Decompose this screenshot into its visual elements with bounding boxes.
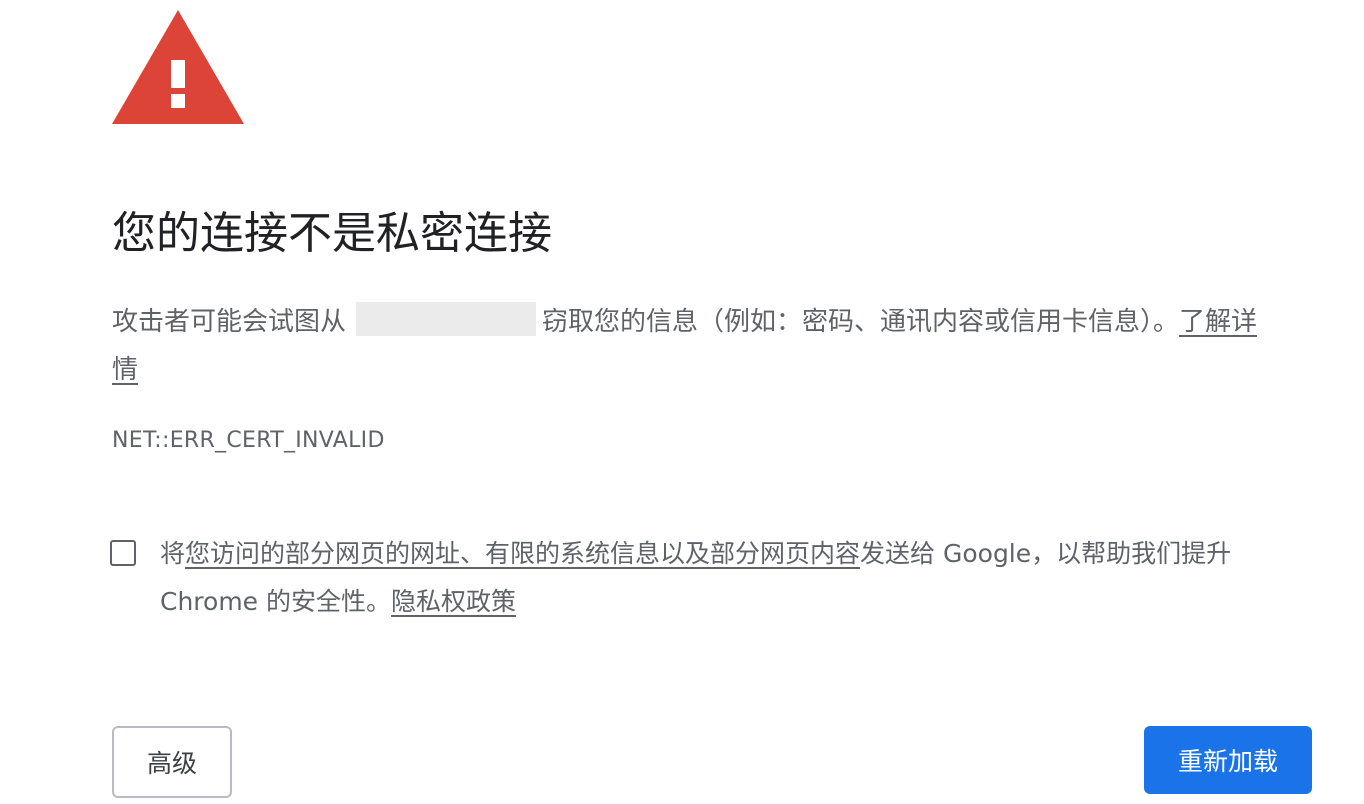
optin-details-link[interactable]: 您访问的部分网页的网址、有限的系统信息以及部分网页内容 — [185, 539, 860, 568]
optin-checkbox[interactable] — [110, 540, 136, 566]
optin-text: 将您访问的部分网页的网址、有限的系统信息以及部分网页内容发送给 Google，以… — [160, 530, 1300, 626]
error-code: NET::ERR_CERT_INVALID — [112, 428, 385, 453]
description-text: 攻击者可能会试图从 窃取您的信息（例如：密码、通讯内容或信用卡信息）。了解详情 — [112, 298, 1262, 394]
description-after: 窃取您的信息（例如：密码、通讯内容或信用卡信息）。 — [542, 307, 1180, 337]
description-before: 攻击者可能会试图从 — [112, 307, 347, 337]
warning-triangle-icon — [112, 10, 244, 124]
redacted-hostname — [356, 302, 537, 336]
advanced-button[interactable]: 高级 — [112, 726, 232, 798]
page-title: 您的连接不是私密连接 — [112, 208, 552, 259]
interstitial-page: 您的连接不是私密连接 攻击者可能会试图从 窃取您的信息（例如：密码、通讯内容或信用… — [0, 0, 1364, 804]
reload-button[interactable]: 重新加载 — [1144, 726, 1312, 794]
privacy-policy-link[interactable]: 隐私权政策 — [391, 587, 516, 616]
optin-prefix: 将 — [160, 539, 186, 568]
